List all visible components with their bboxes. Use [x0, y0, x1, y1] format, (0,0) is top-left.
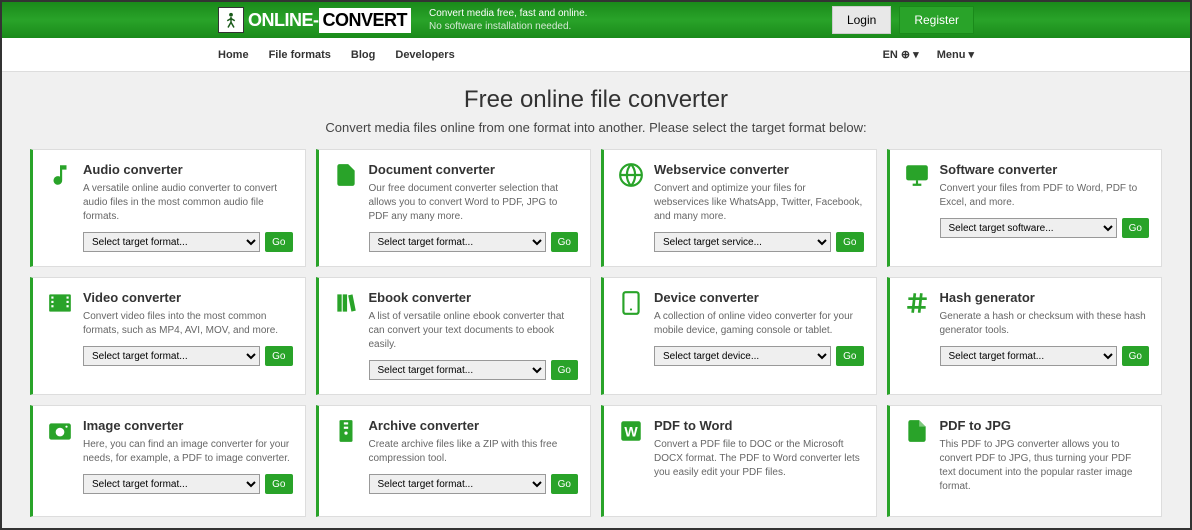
card-title: Document converter: [369, 162, 579, 177]
target-select[interactable]: Select target format...: [369, 474, 546, 494]
go-button[interactable]: Go: [1122, 218, 1149, 238]
go-button[interactable]: Go: [551, 232, 578, 252]
top-header: ONLINE- CONVERT Convert media free, fast…: [2, 2, 1190, 38]
card-title: Video converter: [83, 290, 293, 305]
go-button[interactable]: Go: [551, 360, 578, 380]
go-button[interactable]: Go: [551, 474, 578, 494]
main-content: Free online file converter Convert media…: [2, 72, 1190, 528]
page-subtitle: Convert media files online from one form…: [30, 120, 1162, 135]
logo-icon: [218, 7, 244, 33]
card-description: Convert video files into the most common…: [83, 310, 293, 338]
converter-card[interactable]: Device converter A collection of online v…: [601, 277, 877, 395]
hash-icon: [904, 290, 930, 366]
card-title: Ebook converter: [369, 290, 579, 305]
nav-file-formats[interactable]: File formats: [269, 49, 331, 61]
go-button[interactable]: Go: [1122, 346, 1149, 366]
converter-card[interactable]: Software converter Convert your files fro…: [887, 149, 1163, 267]
logo[interactable]: ONLINE- CONVERT: [218, 7, 411, 33]
converter-card[interactable]: Document converter Our free document conv…: [316, 149, 592, 267]
nav-blog[interactable]: Blog: [351, 49, 375, 61]
go-button[interactable]: Go: [265, 232, 292, 252]
card-description: Create archive files like a ZIP with thi…: [369, 438, 579, 466]
converter-card[interactable]: Archive converter Create archive files li…: [316, 405, 592, 517]
card-description: A versatile online audio converter to co…: [83, 182, 293, 224]
music-icon: [47, 162, 73, 252]
card-description: This PDF to JPG converter allows you to …: [940, 438, 1150, 494]
jpg-icon: [904, 418, 930, 502]
card-title: Image converter: [83, 418, 293, 433]
target-select[interactable]: Select target format...: [83, 346, 260, 366]
target-select[interactable]: Select target format...: [83, 474, 260, 494]
nav-developers[interactable]: Developers: [395, 49, 454, 61]
menu-dropdown[interactable]: Menu ▾: [937, 48, 974, 61]
camera-icon: [47, 418, 73, 494]
card-title: PDF to Word: [654, 418, 864, 433]
card-title: Webservice converter: [654, 162, 864, 177]
monitor-icon: [904, 162, 930, 238]
globe-icon: [618, 162, 644, 252]
target-select[interactable]: Select target software...: [940, 218, 1117, 238]
go-button[interactable]: Go: [836, 346, 863, 366]
target-select[interactable]: Select target format...: [83, 232, 260, 252]
doc-icon: [333, 162, 359, 252]
go-button[interactable]: Go: [836, 232, 863, 252]
nav-home[interactable]: Home: [218, 49, 249, 61]
go-button[interactable]: Go: [265, 474, 292, 494]
page-title: Free online file converter: [30, 86, 1162, 114]
zip-icon: [333, 418, 359, 494]
logo-text-convert: CONVERT: [319, 8, 412, 33]
card-description: Generate a hash or checksum with these h…: [940, 310, 1150, 338]
card-title: Software converter: [940, 162, 1150, 177]
converter-card[interactable]: Video converter Convert video files into …: [30, 277, 306, 395]
card-description: Convert a PDF file to DOC or the Microso…: [654, 438, 864, 480]
card-title: Device converter: [654, 290, 864, 305]
go-button[interactable]: Go: [265, 346, 292, 366]
word-icon: W: [618, 418, 644, 488]
card-title: PDF to JPG: [940, 418, 1150, 433]
target-select[interactable]: Select target service...: [654, 232, 831, 252]
card-description: Convert and optimize your files for webs…: [654, 182, 864, 224]
converter-card[interactable]: Webservice converter Convert and optimize…: [601, 149, 877, 267]
logo-text-online: ONLINE-: [248, 10, 319, 31]
tablet-icon: [618, 290, 644, 366]
login-button[interactable]: Login: [832, 6, 891, 34]
language-selector[interactable]: EN ⊕ ▾: [883, 48, 919, 61]
card-description: Here, you can find an image converter fo…: [83, 438, 293, 466]
card-title: Audio converter: [83, 162, 293, 177]
converter-card[interactable]: Audio converter A versatile online audio …: [30, 149, 306, 267]
converter-card[interactable]: W PDF to Word Convert a PDF file to DOC or…: [601, 405, 877, 517]
target-select[interactable]: Select target format...: [369, 232, 546, 252]
converter-card[interactable]: Image converter Here, you can find an ima…: [30, 405, 306, 517]
converter-card[interactable]: PDF to JPG This PDF to JPG converter allo…: [887, 405, 1163, 517]
header-tagline: Convert media free, fast and online. No …: [429, 7, 587, 33]
card-title: Archive converter: [369, 418, 579, 433]
card-description: A collection of online video converter f…: [654, 310, 864, 338]
target-select[interactable]: Select target format...: [369, 360, 546, 380]
converter-card[interactable]: Hash generator Generate a hash or checksu…: [887, 277, 1163, 395]
converter-grid: Audio converter A versatile online audio …: [30, 149, 1162, 517]
tagline-sub: No software installation needed.: [429, 20, 587, 33]
converter-card[interactable]: Ebook converter A list of versatile onlin…: [316, 277, 592, 395]
tagline-main: Convert media free, fast and online.: [429, 7, 587, 20]
svg-text:W: W: [624, 423, 638, 439]
main-nav: Home File formats Blog Developers EN ⊕ ▾…: [2, 38, 1190, 72]
card-description: Our free document converter selection th…: [369, 182, 579, 224]
target-select[interactable]: Select target format...: [940, 346, 1117, 366]
books-icon: [333, 290, 359, 380]
card-description: A list of versatile online ebook convert…: [369, 310, 579, 352]
card-description: Convert your files from PDF to Word, PDF…: [940, 182, 1150, 210]
target-select[interactable]: Select target device...: [654, 346, 831, 366]
register-button[interactable]: Register: [899, 6, 974, 34]
film-icon: [47, 290, 73, 366]
card-title: Hash generator: [940, 290, 1150, 305]
